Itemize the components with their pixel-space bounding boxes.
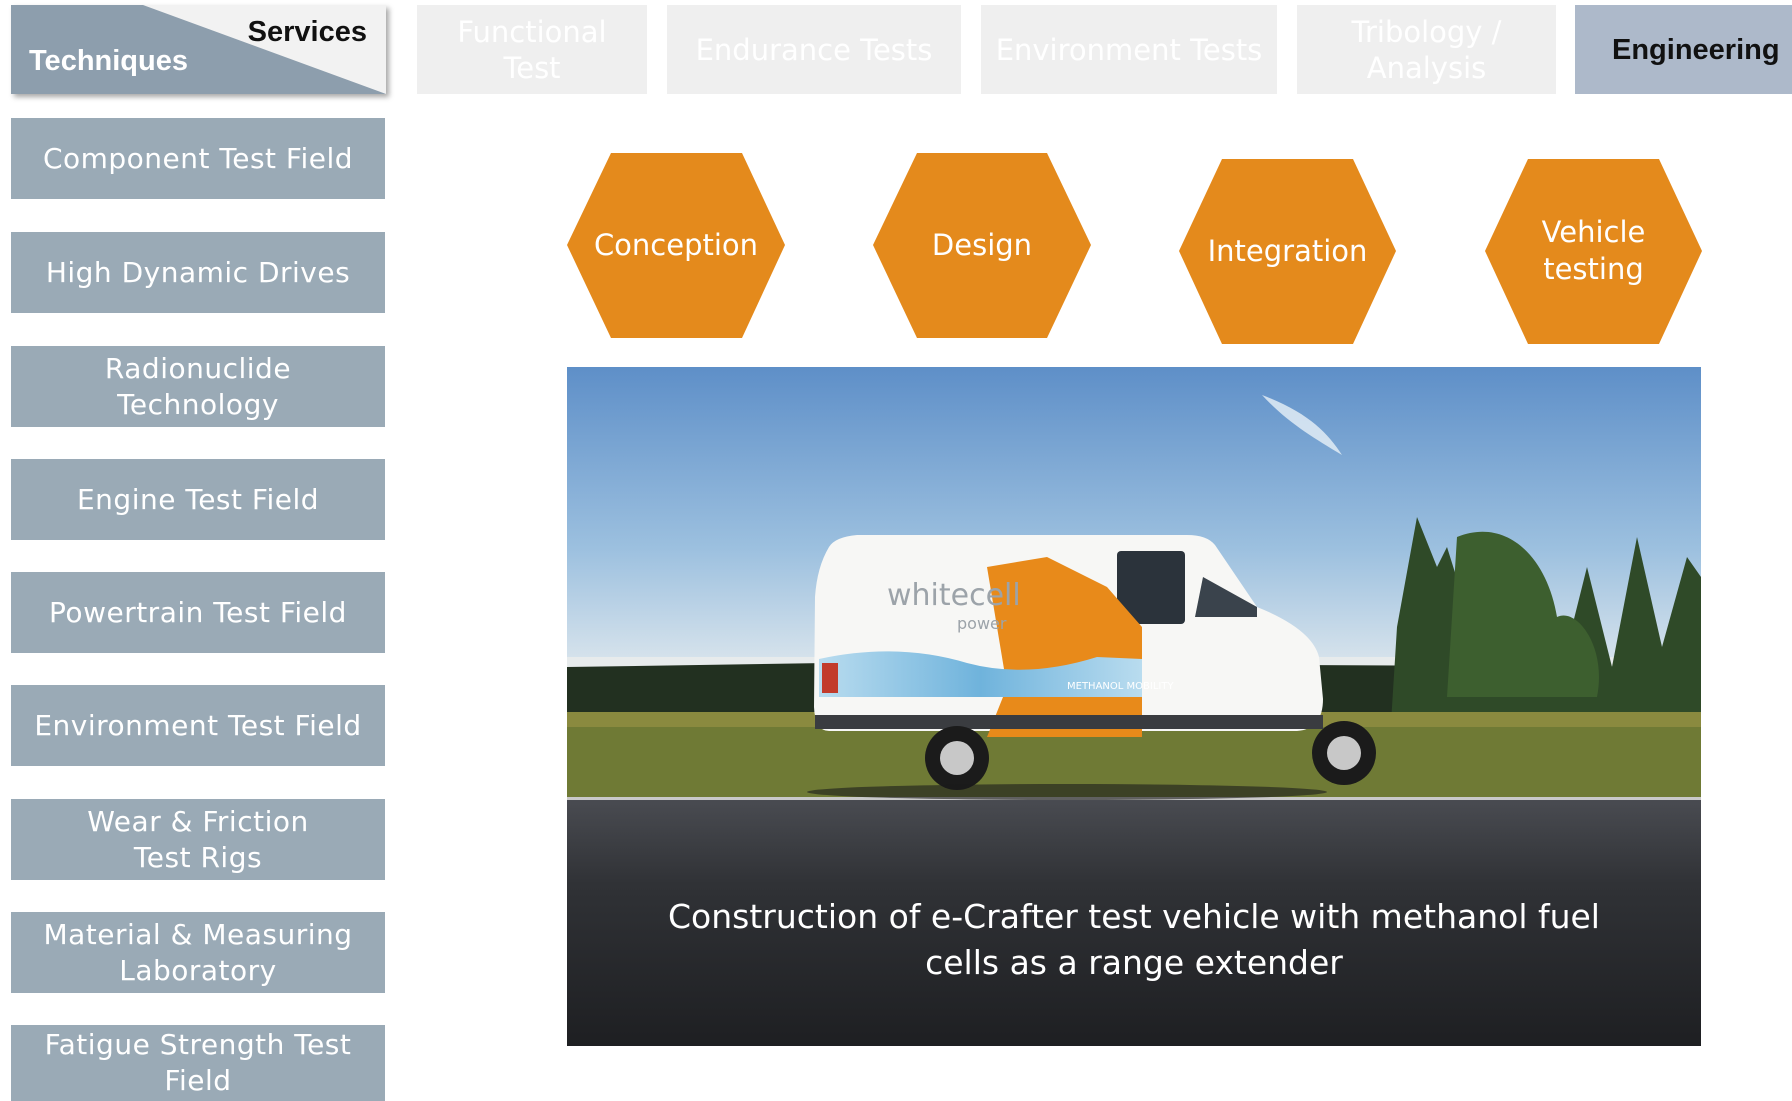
step-label-integration: Integration <box>1207 233 1368 268</box>
step-label-design: Design <box>931 227 1033 262</box>
van-brand-sub-text: power <box>957 614 1007 633</box>
photo-caption: Construction of e-Crafter test vehicle w… <box>668 897 1600 982</box>
sidebar-item-wear-friction-test-rigs[interactable]: Wear & Friction Test Rigs <box>11 799 385 880</box>
vehicle-photo: whitecell power METHANOL MOBILITY Constr… <box>567 367 1701 1046</box>
process-steps-diagram <box>567 153 1702 344</box>
sidebar-item-fatigue-strength-test-field[interactable]: Fatigue Strength Test Field <box>11 1025 385 1101</box>
van-brand-text: whitecell <box>887 578 1021 613</box>
sidebar-item-material-measuring-laboratory[interactable]: Material & Measuring Laboratory <box>11 912 385 993</box>
sidebar-item-engine-test-field[interactable]: Engine Test Field <box>11 459 385 540</box>
sidebar-item-powertrain-test-field[interactable]: Powertrain Test Field <box>11 572 385 653</box>
sidebar-item-environment-test-field[interactable]: Environment Test Field <box>11 685 385 766</box>
step-label-conception: Conception <box>593 227 759 262</box>
van-slogan-text: METHANOL MOBILITY <box>1067 681 1174 692</box>
step-label-vehicle-testing: Vehicle testing <box>1541 215 1646 286</box>
